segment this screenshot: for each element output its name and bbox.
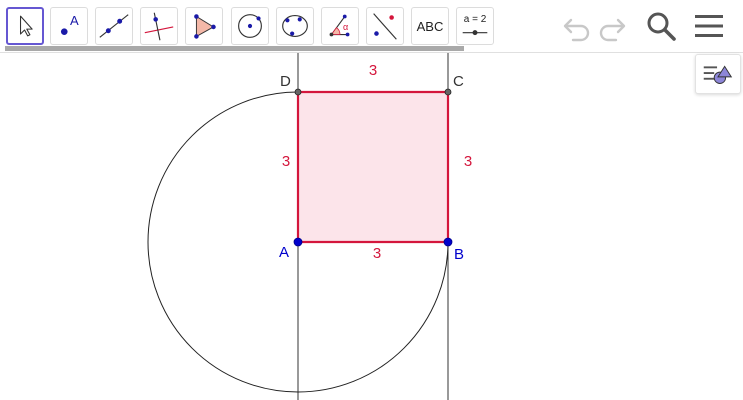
point-b-label: B xyxy=(454,246,464,263)
square-abcd[interactable] xyxy=(298,92,448,242)
point-a-label: A xyxy=(279,244,289,261)
segment-bc-label: 3 xyxy=(464,153,472,170)
point-c-label: C xyxy=(453,73,464,90)
point-d-label: D xyxy=(280,73,291,90)
segment-cd-label: 3 xyxy=(369,62,377,79)
graphics-view[interactable]: 3 3 3 3 A B C D xyxy=(0,0,743,400)
style-bar-toggle-icon xyxy=(703,65,733,84)
style-bar-toggle-button[interactable] xyxy=(695,54,741,94)
point-c[interactable] xyxy=(444,88,452,96)
point-d[interactable] xyxy=(294,88,302,96)
point-b[interactable] xyxy=(443,237,453,247)
segment-ab-label: 3 xyxy=(373,245,381,262)
segment-da-label: 3 xyxy=(282,153,290,170)
point-a[interactable] xyxy=(293,237,303,247)
